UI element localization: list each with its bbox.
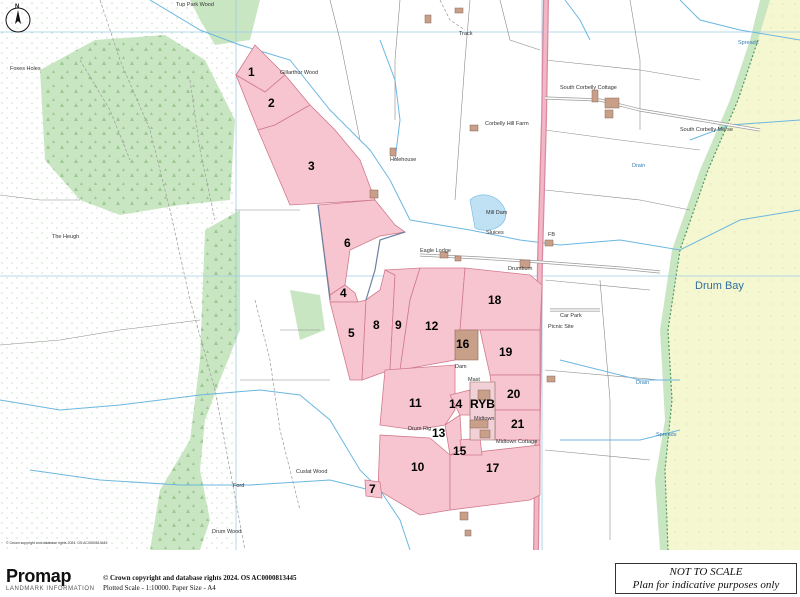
label-the-heugh: The Heugh: [52, 234, 79, 240]
not-to-scale-notice: NOT TO SCALE Plan for indicative purpose…: [615, 563, 797, 594]
label-drum-rig: Drum Rig: [408, 426, 431, 432]
label-drumburn: Drumburn: [508, 266, 532, 272]
label-dam: Dam: [455, 364, 467, 370]
label-picnic-site: Picnic Site: [548, 324, 574, 330]
lot-number-3: 3: [308, 159, 315, 173]
label-mill-dam: Mill Dam: [486, 210, 508, 216]
label-tup-park-wood: Tup Park Wood: [176, 2, 214, 8]
label-foxes-holes: Foxes Holes: [10, 66, 41, 72]
lot-number-13: 13: [432, 426, 446, 440]
lot-number-1: 1: [248, 65, 255, 79]
lot-number-8: 8: [373, 318, 380, 332]
label-cuslat-wood: Cuslat Wood: [296, 469, 327, 475]
label-corbelly-hill-farm: Corbelly Hill Farm: [485, 121, 529, 127]
label-fb: FB: [548, 232, 555, 238]
lot-number-10: 10: [411, 460, 425, 474]
lot-number-5: 5: [348, 326, 355, 340]
svg-text:N: N: [15, 4, 19, 10]
map-canvas[interactable]: 1 2 3 4 5 6 7 8 9 10 11 12 13 14 15 16 1…: [0, 0, 800, 550]
label-car-park: Car Park: [560, 313, 582, 319]
label-drum-wood: Drum Wood: [212, 529, 241, 535]
label-gillarthur-wood: Gillarthur Wood: [280, 70, 318, 76]
label-midtown: Midtown: [474, 416, 494, 422]
label-drum-bay: Drum Bay: [695, 280, 744, 292]
scale-text: Plotted Scale - 1:10000. Paper Size - A4: [103, 584, 216, 592]
ryb-label: RYB: [470, 397, 495, 411]
label-spreads: Spreads: [738, 40, 759, 46]
brand-subtitle: LANDMARK INFORMATION: [6, 586, 95, 592]
notice-line-2: Plan for indicative purposes only: [632, 579, 780, 591]
map-svg: 1 2 3 4 5 6 7 8 9 10 11 12 13 14 15 16 1…: [0, 0, 800, 550]
label-ford: Ford: [233, 483, 244, 489]
lot-number-9: 9: [395, 318, 402, 332]
lot-number-11: 11: [409, 396, 422, 410]
lot-number-16: 16: [456, 337, 470, 351]
label-holehouse: Holehouse: [390, 157, 416, 163]
label-eagle-lodge: Eagle Lodge: [420, 248, 451, 254]
label-mast: Mast: [468, 377, 480, 383]
lot-number-17: 17: [486, 461, 500, 475]
lot-number-14: 14: [449, 397, 463, 411]
label-drain-2: Drain: [636, 380, 649, 386]
lot-number-4: 4: [340, 286, 347, 300]
label-spreads-south: Spreads: [656, 432, 677, 438]
lot-number-2: 2: [268, 96, 275, 110]
lot-number-15: 15: [453, 444, 467, 458]
label-midtown-cottage: Midtown Cottage: [496, 439, 537, 445]
lot-number-6: 6: [344, 236, 351, 250]
lot-number-7: 7: [369, 482, 376, 496]
brand-logo: Promap: [6, 566, 72, 586]
map-copyright: © Crown copyright and database rights 20…: [6, 541, 107, 545]
label-drain: Drain: [632, 163, 645, 169]
label-track: Track: [459, 31, 473, 37]
lot-number-20: 20: [507, 387, 521, 401]
label-south-corbelly-merse: South Corbelly Merse: [680, 127, 733, 133]
lot-number-18: 18: [488, 293, 502, 307]
label-sluices: Sluices: [486, 230, 504, 236]
map-page: 1 2 3 4 5 6 7 8 9 10 11 12 13 14 15 16 1…: [0, 0, 800, 597]
notice-line-1: NOT TO SCALE: [669, 566, 743, 578]
lot-number-21: 21: [511, 417, 525, 431]
lot-number-12: 12: [425, 319, 439, 333]
copyright-text: © Crown copyright and database rights 20…: [103, 574, 297, 582]
label-south-corbelly-cottage: South Corbelly Cottage: [560, 85, 617, 91]
lot-number-19: 19: [499, 345, 513, 359]
